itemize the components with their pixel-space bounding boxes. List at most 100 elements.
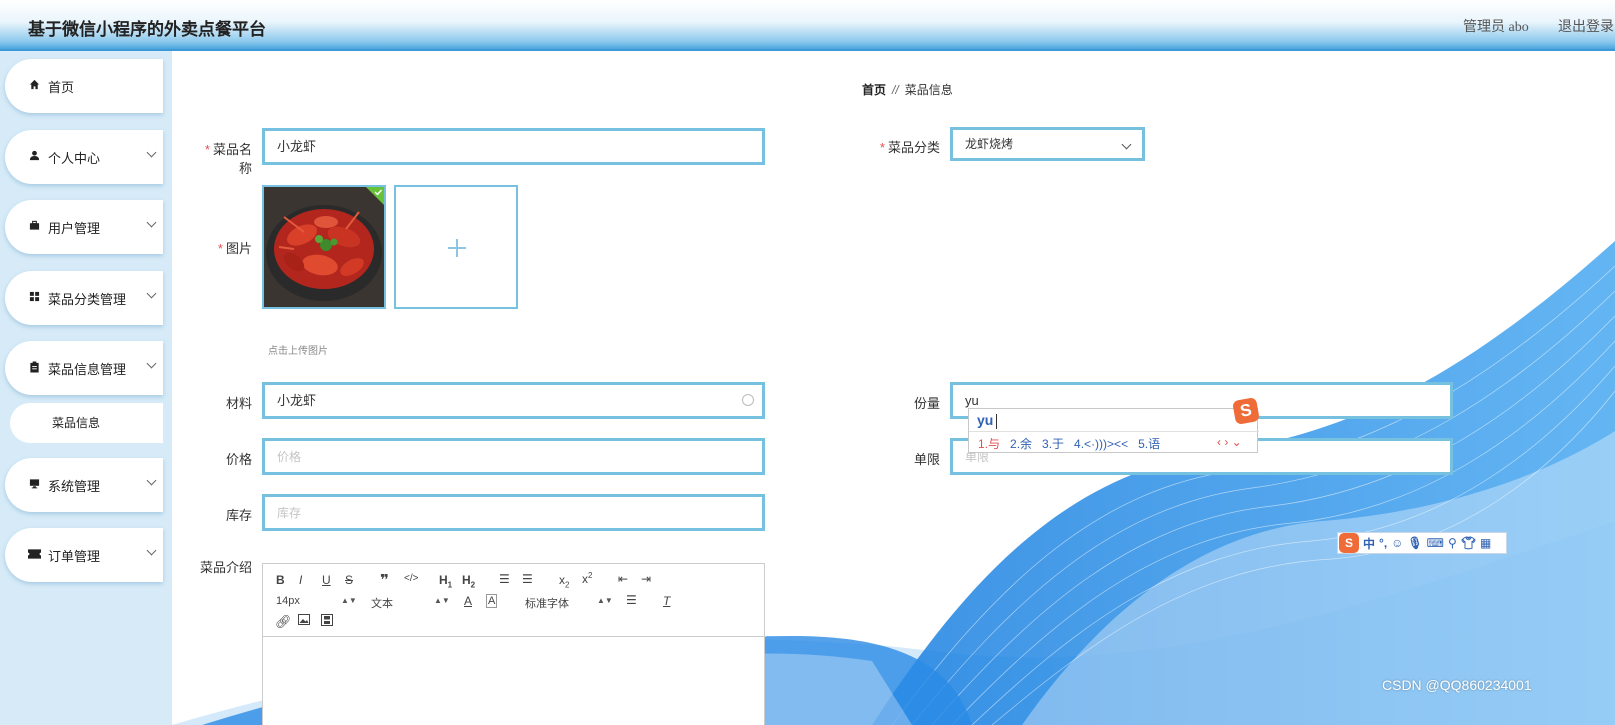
price-placeholder: 价格 — [277, 450, 302, 464]
video-icon[interactable] — [321, 614, 333, 629]
check-badge-icon — [366, 187, 384, 205]
dish-category-select[interactable]: 龙虾烧烤 — [950, 127, 1145, 161]
watermark: CSDN @QQ860234001 — [1382, 677, 1532, 693]
heading1-icon[interactable]: H1 — [439, 573, 452, 589]
background-color-icon[interactable]: A — [486, 594, 498, 608]
bullet-list-icon[interactable]: ☰ — [522, 572, 533, 586]
link-icon[interactable]: 🔗︎ — [275, 614, 292, 630]
breadcrumb-home[interactable]: 首页 — [862, 83, 886, 97]
punctuation-icon[interactable]: °, — [1379, 536, 1387, 550]
ime-composition: yu — [977, 412, 994, 428]
crayfish-image — [264, 187, 384, 307]
stock-placeholder: 库存 — [277, 506, 302, 520]
ticket-icon — [27, 548, 41, 562]
font-color-icon[interactable]: A — [464, 594, 472, 608]
stock-input[interactable]: 库存 — [262, 494, 765, 531]
chevron-down-icon — [146, 147, 157, 158]
text-type-value: 文本 — [371, 598, 393, 610]
microphone-icon[interactable]: 🎙︎ — [1407, 536, 1422, 550]
material-value: 小龙虾 — [277, 393, 317, 408]
text-type-picker[interactable]: 文本 ▲▼ — [371, 595, 450, 611]
italic-icon[interactable]: I — [299, 573, 302, 587]
updown-arrow-icon: ▲▼ — [341, 596, 357, 605]
skin-icon[interactable]: 👕︎ — [1461, 536, 1476, 550]
sidebar-item-dish-management[interactable]: 菜品信息管理 — [5, 341, 163, 395]
admin-label: 管理员 abo — [1463, 20, 1529, 35]
ime-candidate-popup: yu S 1.与 2.余 3.于 4.<·)))><< 5.语 ‹ › ⌄ — [968, 397, 1260, 453]
monitor-icon — [27, 478, 41, 492]
rich-text-editor[interactable]: B I U S ❞ </> H1 H2 ☰ ☰ x2 x2 ⇤ ⇥ 14px ▲… — [262, 563, 766, 725]
grid-icon — [27, 291, 41, 305]
sidebar-item-user-management[interactable]: 用户管理 — [5, 200, 163, 254]
superscript-icon[interactable]: x2 — [582, 571, 592, 586]
keyboard-icon[interactable]: ⌨ — [1427, 536, 1444, 550]
image-label: * 图片 — [217, 241, 252, 256]
user-icon[interactable]: ⚲ — [1448, 536, 1457, 550]
underline-icon[interactable]: U — [322, 573, 331, 587]
clear-format-icon[interactable]: T — [663, 594, 670, 608]
upload-image-button[interactable] — [394, 185, 518, 309]
updown-arrow-icon: ▲▼ — [597, 596, 613, 605]
sidebar-item-system-management[interactable]: 系统管理 — [5, 458, 163, 512]
ime-mode-indicator[interactable]: 中 — [1363, 535, 1375, 552]
user-icon — [27, 150, 41, 164]
sidebar-item-label: 用户管理 — [48, 220, 101, 236]
toolbox-icon[interactable]: ▦ — [1480, 536, 1491, 550]
sidebar-item-label: 首页 — [48, 79, 75, 95]
top-header: 基于微信小程序的外卖点餐平台 管理员 abo 退出登录 — [0, 0, 1615, 51]
dish-name-input[interactable]: 小龙虾 — [262, 128, 765, 165]
chevron-down-icon — [146, 217, 157, 228]
sidebar-item-category-management[interactable]: 菜品分类管理 — [5, 271, 163, 325]
ordered-list-icon[interactable]: ☰ — [499, 572, 510, 586]
align-icon[interactable]: ☰ — [626, 593, 637, 607]
sogou-logo-icon: S — [1339, 533, 1359, 553]
ime-status-bar: S 中 °, ☺ 🎙︎ ⌨ ⚲ 👕︎ ▦ — [1337, 532, 1507, 554]
ime-candidate[interactable]: 4.<·)))><< — [1074, 437, 1128, 451]
sidebar-item-label: 个人中心 — [48, 150, 101, 166]
sidebar-item-order-management[interactable]: 订单管理 — [5, 528, 163, 582]
code-icon[interactable]: </> — [404, 573, 418, 584]
material-input[interactable]: 小龙虾 — [262, 382, 765, 419]
chevron-down-icon — [1121, 139, 1132, 150]
price-input[interactable]: 价格 — [262, 438, 765, 475]
chevron-down-icon — [146, 545, 157, 556]
quote-icon[interactable]: ❞ — [380, 571, 389, 589]
ime-page-nav-icon[interactable]: ‹ › ⌄ — [1217, 435, 1242, 449]
ime-candidate[interactable]: 2.余 — [1010, 437, 1032, 451]
emoji-icon[interactable]: ☺ — [1391, 536, 1403, 550]
breadcrumb-separator: // — [892, 83, 899, 97]
sidebar-subitem-dish-info[interactable]: 菜品信息 — [10, 403, 163, 443]
chevron-down-icon — [146, 288, 157, 299]
breadcrumb: 首页 // 菜品信息 — [862, 81, 953, 98]
heading2-icon[interactable]: H2 — [462, 573, 475, 589]
strikethrough-icon[interactable]: S — [345, 573, 353, 587]
bold-icon[interactable]: B — [276, 573, 285, 587]
ime-candidate[interactable]: 1.与 — [978, 437, 1000, 451]
uploaded-image-crayfish[interactable] — [262, 185, 386, 309]
intro-label: 菜品介绍 — [199, 560, 252, 575]
clear-icon[interactable] — [742, 394, 754, 406]
chevron-down-icon — [146, 475, 157, 486]
sidebar-item-personal-center[interactable]: 个人中心 — [5, 130, 163, 184]
category-selected-value: 龙虾烧烤 — [965, 137, 1014, 151]
ime-candidate[interactable]: 3.于 — [1042, 437, 1064, 451]
clipboard-icon — [27, 361, 41, 376]
subscript-icon[interactable]: x2 — [559, 573, 569, 589]
portion-value: yu — [965, 393, 979, 408]
sidebar: 首页 个人中心 用户管理 菜品分类管理 菜品信息管理 菜品信息 系统管理 订单管… — [0, 51, 172, 725]
image-icon[interactable] — [298, 614, 310, 628]
sidebar-item-label: 系统管理 — [48, 478, 101, 494]
dish-name-label: * 菜品名称 — [204, 142, 252, 176]
sidebar-item-home[interactable]: 首页 — [5, 59, 163, 113]
outdent-icon[interactable]: ⇤ — [618, 572, 628, 586]
limit-label: 单限 — [913, 452, 940, 467]
indent-icon[interactable]: ⇥ — [641, 572, 651, 586]
ime-candidate[interactable]: 5.语 — [1138, 437, 1160, 451]
main-content: 首页 // 菜品信息 * 菜品名称 小龙虾 * 菜品分类 龙虾烧烤 * 图片 点击上… — [172, 51, 1615, 725]
font-family-picker[interactable]: 标准字体 ▲▼ — [525, 595, 613, 611]
editor-toolbar: B I U S ❞ </> H1 H2 ☰ ☰ x2 x2 ⇤ ⇥ 14px ▲… — [263, 564, 766, 637]
font-size-picker[interactable]: 14px ▲▼ — [276, 595, 357, 607]
breadcrumb-current: 菜品信息 — [904, 83, 953, 97]
logout-link[interactable]: 退出登录 — [1558, 16, 1614, 36]
dish-category-label: * 菜品分类 — [879, 140, 940, 155]
